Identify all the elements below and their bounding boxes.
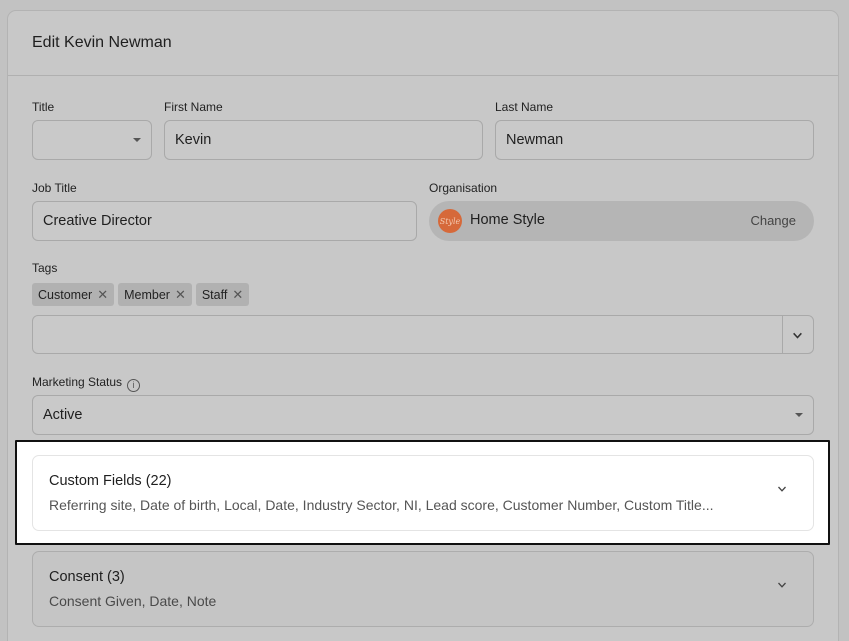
tag-staff: Staff ✕: [195, 283, 250, 306]
job-title-input[interactable]: Creative Director: [32, 201, 417, 241]
consent-panel[interactable]: Consent (3) Consent Given, Date, Note: [32, 551, 814, 627]
organisation-label: Organisation: [429, 181, 498, 195]
tags-input[interactable]: [32, 315, 814, 354]
custom-fields-summary: Referring site, Date of birth, Local, Da…: [49, 497, 714, 513]
title-select[interactable]: [32, 120, 152, 160]
title-label: Title: [32, 100, 55, 114]
tag-list: Customer ✕ Member ✕ Staff ✕: [32, 283, 250, 306]
organisation-avatar: Style: [438, 209, 462, 233]
marketing-status-select[interactable]: Active: [32, 395, 814, 435]
close-icon[interactable]: ✕: [175, 288, 186, 301]
first-name-label: First Name: [164, 100, 223, 114]
chevron-down-icon[interactable]: [792, 330, 803, 341]
consent-summary: Consent Given, Date, Note: [49, 593, 217, 609]
job-title-label: Job Title: [32, 181, 77, 195]
card-header: Edit Kevin Newman: [8, 11, 838, 76]
organisation-name: Home Style: [470, 212, 545, 228]
close-icon[interactable]: ✕: [97, 288, 108, 301]
close-icon[interactable]: ✕: [232, 288, 243, 301]
change-organisation-button[interactable]: Change: [750, 213, 796, 228]
consent-title: Consent (3): [49, 569, 125, 585]
custom-fields-panel[interactable]: Custom Fields (22) Referring site, Date …: [32, 455, 814, 531]
caret-down-icon: [133, 138, 141, 142]
marketing-status-label: Marketing Status i: [32, 375, 141, 392]
first-name-input[interactable]: Kevin: [164, 120, 483, 160]
info-icon[interactable]: i: [127, 378, 141, 392]
chevron-down-icon[interactable]: [777, 580, 787, 590]
last-name-input[interactable]: Newman: [495, 120, 814, 160]
last-name-label: Last Name: [495, 100, 554, 114]
caret-down-icon: [795, 413, 803, 417]
tags-input-divider: [782, 316, 783, 353]
tag-customer: Customer ✕: [32, 283, 115, 306]
tag-member: Member ✕: [118, 283, 192, 306]
page-title: Edit Kevin Newman: [32, 34, 172, 51]
custom-fields-title: Custom Fields (22): [49, 473, 172, 489]
chevron-down-icon[interactable]: [777, 484, 787, 494]
tags-label: Tags: [32, 261, 58, 275]
organisation-field: Style Home Style Change: [429, 201, 814, 241]
